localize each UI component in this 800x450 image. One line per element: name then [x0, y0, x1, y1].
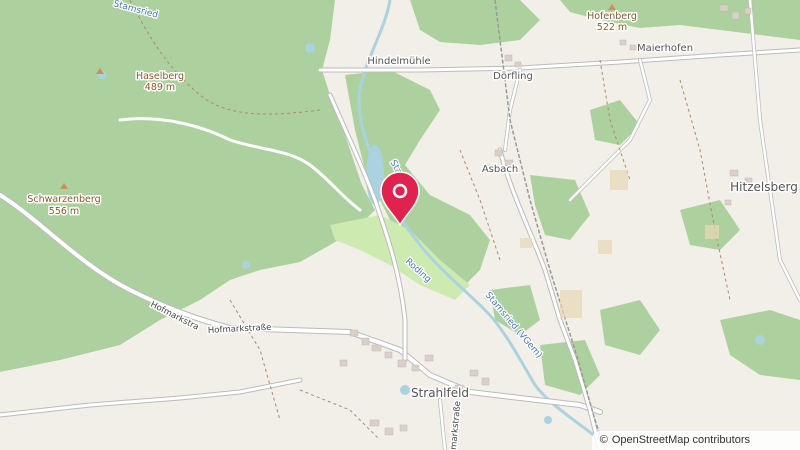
label-hofenberg: Hofenberg [587, 11, 637, 22]
pond-4 [400, 385, 410, 395]
label-haselberg-elevation: 489 m [145, 82, 175, 93]
attribution-link[interactable]: OpenStreetMap contributors [612, 434, 750, 446]
label-hofenberg-elevation: 522 m [597, 22, 627, 33]
label-hindelmuehle: Hindelmühle [367, 56, 430, 67]
label-strahlfeld: Strahlfeld [411, 386, 469, 400]
map-view[interactable]: Hofenberg 522 m Maierhofen Hindelmühle D… [0, 0, 800, 450]
label-doerfling: Dörfling [493, 71, 533, 82]
map-canvas: Hofenberg 522 m Maierhofen Hindelmühle D… [0, 0, 800, 450]
pond-1 [305, 43, 315, 53]
label-schwarzenberg-elevation: 556 m [49, 206, 79, 217]
pond-7 [544, 416, 552, 424]
pond-3 [242, 261, 250, 269]
label-haselberg: Haselberg [136, 71, 184, 82]
label-asbach: Asbach [482, 164, 518, 175]
label-maierhofen: Maierhofen [637, 43, 693, 54]
copyright-symbol: © [599, 434, 608, 446]
label-hitzelsberg: Hitzelsberg [730, 180, 798, 194]
label-schwarzenberg: Schwarzenberg [27, 194, 100, 205]
pond-6 [755, 335, 765, 345]
map-attribution: © OpenStreetMap contributors [591, 431, 800, 450]
